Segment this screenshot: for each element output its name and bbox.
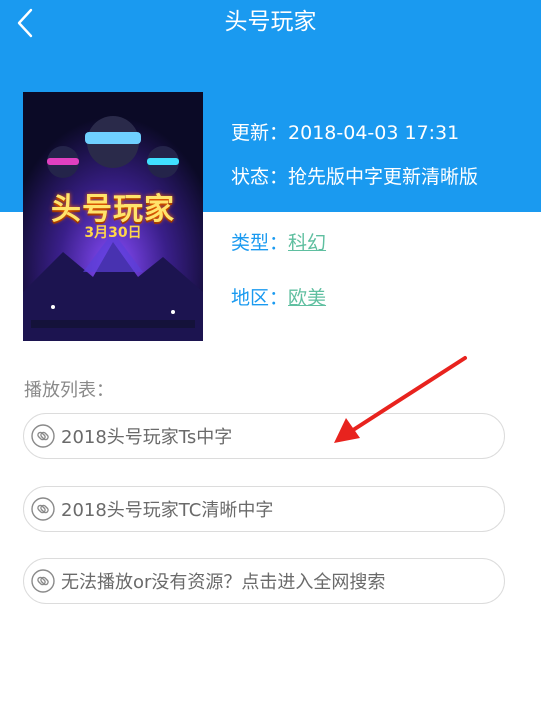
genre-label: 类型： [231,232,289,254]
playlist-item-tc[interactable]: 2018头号玩家TC清晰中字 [23,486,505,532]
playlist-item-ts[interactable]: 2018头号玩家Ts中字 [23,413,505,459]
link-icon [31,424,55,448]
playlist-item-label: 2018头号玩家Ts中字 [61,427,233,448]
status-value: 抢先版中字更新清晰版 [288,166,479,188]
playlist-item-search[interactable]: 无法播放or没有资源？点击进入全网搜索 [23,558,505,604]
update-row: 更新：2018-04-03 17:31 [231,121,511,146]
playlist-item-label: 2018头号玩家TC清晰中字 [61,500,274,521]
link-icon [31,569,55,593]
poster-date: 3月30日 [84,225,142,241]
playlist-label: 播放列表： [24,380,114,401]
region-label: 地区： [231,287,289,309]
genre-row: 类型：科幻 [231,231,511,256]
region-link[interactable]: 欧美 [288,287,326,309]
genre-link[interactable]: 科幻 [288,232,326,254]
region-row: 地区：欧美 [231,286,511,311]
link-icon [31,497,55,521]
status-label: 状态： [231,166,289,188]
status-row: 状态：抢先版中字更新清晰版 [231,165,501,190]
playlist-item-label: 无法播放or没有资源？点击进入全网搜索 [61,572,386,593]
page-title: 头号玩家 [224,9,317,35]
update-label: 更新： [231,122,289,144]
movie-poster: 头号玩家 3月30日 [23,92,203,341]
update-value: 2018-04-03 17:31 [288,122,460,144]
